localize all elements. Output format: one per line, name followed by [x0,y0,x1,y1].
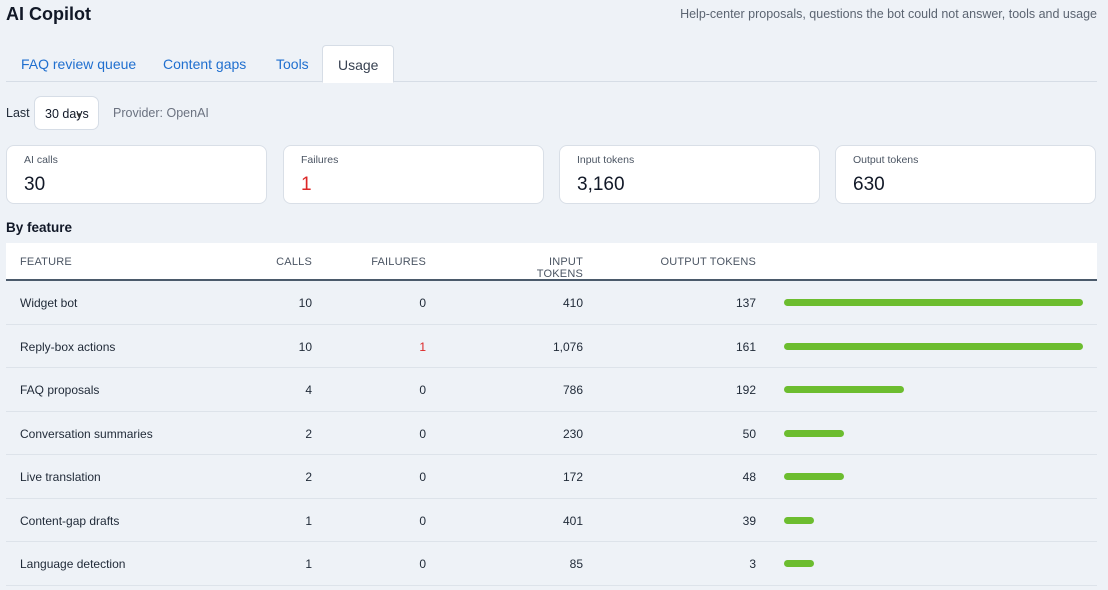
feature-name: Reply-box actions [20,339,116,354]
failures-value: 0 [419,383,426,397]
feature-usage-table: FEATURE CALLS FAILURES INPUT TOKENS OUTP… [6,243,1097,586]
usage-bar [784,473,1083,480]
calls-value: 2 [305,470,312,484]
input-tokens-value: 230 [562,426,583,441]
calls-value: 1 [305,513,312,528]
feature-name: Conversation summaries [20,426,153,441]
stat-card-ai-calls: AI calls 30 [6,145,267,204]
column-header-calls: CALLS [276,256,312,268]
usage-bar [784,386,1083,393]
usage-bar-fill [784,386,904,393]
table-row: Live translation 2 0 172 48 [6,455,1097,499]
stat-label: Failures [301,154,339,166]
range-select[interactable]: 30 days ▼ [34,96,99,130]
usage-bar-fill [784,560,814,567]
failures-value: 0 [419,557,426,571]
stat-card-failures: Failures 1 [283,145,544,204]
output-tokens-value: 50 [742,426,756,441]
stat-value: 3,160 [577,174,625,195]
output-tokens-value: 192 [735,383,756,397]
page-header: AI Copilot Help-center proposals, questi… [6,4,1097,28]
usage-bar-fill [784,299,1083,306]
feature-name: Live translation [20,470,101,484]
table-row: Language detection 1 0 85 3 [6,542,1097,586]
usage-bar [784,429,1083,437]
stat-card-input-tokens: Input tokens 3,160 [559,145,820,204]
usage-bar [784,342,1083,350]
usage-bar [784,299,1083,306]
calls-value: 4 [305,383,312,397]
table-row: FAQ proposals 4 0 786 192 [6,368,1097,412]
stat-label: Input tokens [577,154,635,166]
input-tokens-value: 172 [562,470,583,484]
stat-value: 30 [24,174,46,195]
stat-label: Output tokens [853,154,919,166]
app-subtitle: Help-center proposals, questions the bot… [680,7,1097,21]
tab-bar: FAQ review queue Content gaps Tools Usag… [6,45,1097,83]
input-tokens-value: 85 [569,557,583,571]
column-header-output-tokens: OUTPUT TOKENS [660,256,756,268]
table-row: Reply-box actions 10 1 1,076 161 [6,325,1097,368]
tab-faq-review-queue[interactable]: FAQ review queue [6,45,151,82]
section-title-by-feature: By feature [6,220,73,235]
usage-bar-fill [784,516,814,524]
column-header-input-tokens: INPUT TOKENS [536,256,583,280]
output-tokens-value: 161 [735,339,756,354]
app-title: AI Copilot [6,4,91,24]
tab-content-gaps[interactable]: Content gaps [148,45,261,82]
table-row: Conversation summaries 2 0 230 50 [6,412,1097,455]
tab-usage[interactable]: Usage [322,45,395,83]
provider-label: Provider: OpenAI [113,106,209,120]
column-header-feature: FEATURE [20,256,72,268]
output-tokens-value: 3 [749,557,756,571]
chevron-down-icon: ▼ [75,111,83,120]
output-tokens-value: 48 [742,470,756,484]
table-header: FEATURE CALLS FAILURES INPUT TOKENS OUTP… [6,243,1097,281]
usage-bar-fill [784,473,844,480]
failures-value: 0 [419,470,426,484]
column-header-failures: FAILURES [371,256,426,268]
failures-value: 1 [419,339,426,354]
input-tokens-value: 401 [562,513,583,528]
output-tokens-value: 39 [742,513,756,528]
stat-value: 1 [301,174,312,195]
calls-value: 2 [305,426,312,441]
calls-value: 1 [305,557,312,571]
table-body: Widget bot 10 0 410 137 Reply-box actions 10 1 1… [6,281,1097,586]
failures-value: 0 [419,513,426,528]
output-tokens-value: 137 [735,296,756,310]
usage-bar [784,516,1083,524]
feature-name: FAQ proposals [20,383,100,397]
calls-value: 10 [298,339,312,354]
failures-value: 0 [419,426,426,441]
usage-bar-fill [784,429,844,437]
stat-card-output-tokens: Output tokens 630 [835,145,1096,204]
range-label: Last [6,106,30,120]
feature-name: Content-gap drafts [20,513,120,528]
usage-bar [784,560,1083,567]
tab-tools[interactable]: Tools [261,45,324,82]
table-row: Content-gap drafts 1 0 401 39 [6,499,1097,542]
usage-bar-fill [784,342,1083,350]
input-tokens-value: 410 [562,296,583,310]
failures-value: 0 [419,296,426,310]
feature-name: Widget bot [20,296,78,310]
stat-value: 630 [853,174,885,195]
input-tokens-value: 786 [562,383,583,397]
input-tokens-value: 1,076 [552,339,583,354]
table-row: Widget bot 10 0 410 137 [6,281,1097,325]
feature-name: Language detection [20,557,126,571]
calls-value: 10 [298,296,312,310]
stat-label: AI calls [24,154,58,166]
